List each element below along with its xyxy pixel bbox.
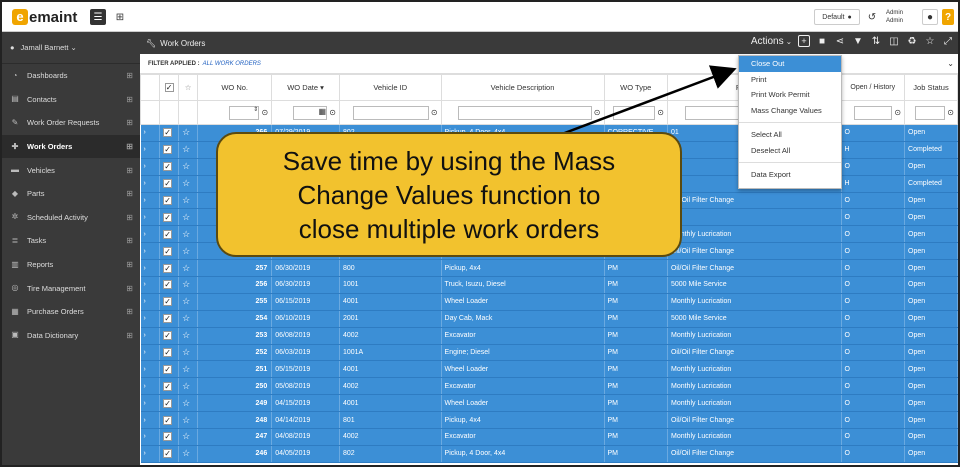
callout-box: Save time by using the Mass Change Value… bbox=[216, 132, 682, 257]
callout-line-3: close multiple work orders bbox=[298, 213, 600, 244]
callout-line-1: Save time by using the Mass bbox=[282, 145, 616, 176]
callout-line-2: Change Values function to bbox=[297, 179, 601, 210]
screenshot-frame: e emaint ☰ ⊞ Default ● ↺ Admin Admin ● ? … bbox=[0, 0, 960, 467]
